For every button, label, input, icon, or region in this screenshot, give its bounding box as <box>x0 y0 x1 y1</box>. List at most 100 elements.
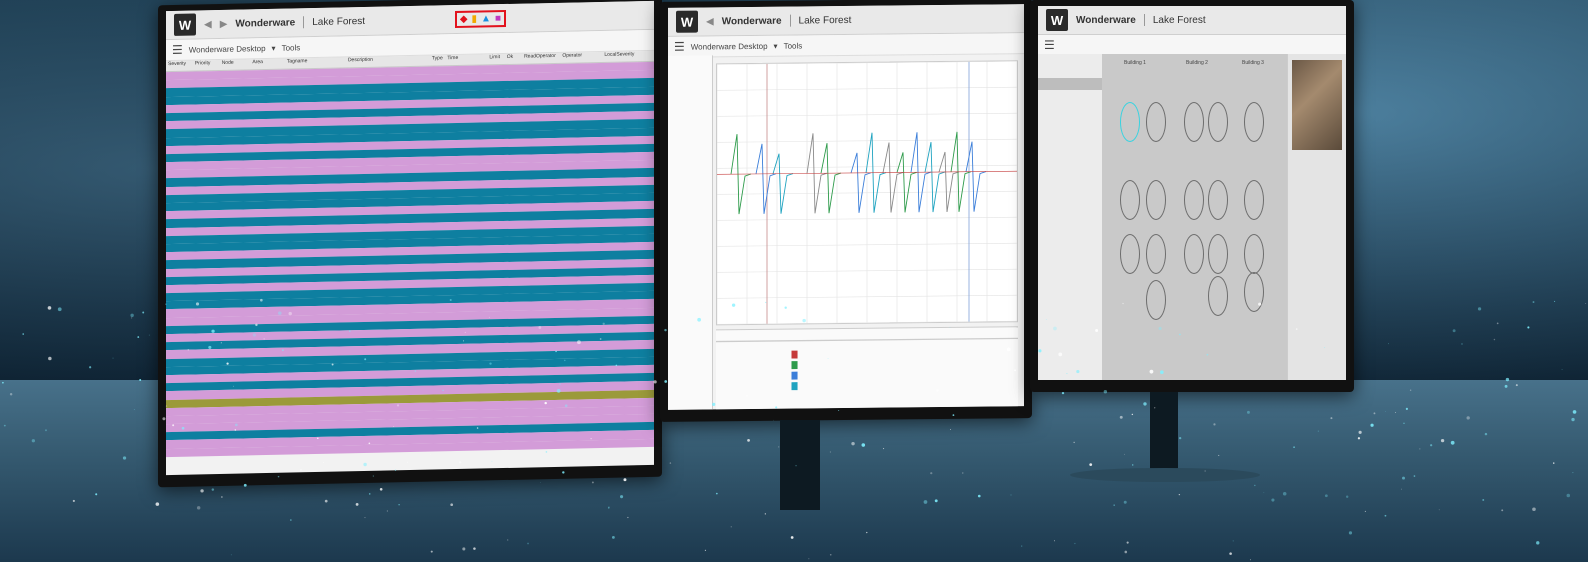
tank[interactable] <box>1184 180 1204 220</box>
tree-item[interactable] <box>1038 66 1102 78</box>
pen-color-swatch <box>791 350 798 359</box>
tank[interactable] <box>1244 234 1264 274</box>
chevron-down-icon[interactable]: ▾ <box>774 41 778 50</box>
breadcrumb[interactable]: Wonderware Desktop <box>691 41 768 51</box>
app-name: Wonderware <box>235 16 296 30</box>
pen-color-swatch <box>791 371 798 380</box>
monitor-stand <box>1150 392 1178 472</box>
tank[interactable] <box>1208 102 1228 142</box>
column-header[interactable]: LocalSeverity <box>602 51 654 62</box>
title-bar: W Wonderware Lake Forest <box>1038 6 1346 35</box>
tank[interactable] <box>1244 272 1264 312</box>
tree-item[interactable] <box>1038 102 1102 114</box>
tank[interactable] <box>1244 102 1264 142</box>
title-separator <box>303 16 305 29</box>
pen-color-swatch <box>791 382 798 391</box>
title-bar: W ◀ Wonderware Lake Forest <box>668 4 1024 37</box>
tank[interactable] <box>1208 276 1228 316</box>
app-name: Wonderware <box>1076 14 1136 26</box>
chart-icon[interactable]: ▲ <box>481 13 491 24</box>
tree-item[interactable] <box>1038 54 1102 66</box>
building-label: Building 1 <box>1124 60 1146 66</box>
site-name: Lake Forest <box>1152 14 1206 26</box>
monitor-trend: W ◀ Wonderware Lake Forest ☰ Wonderware … <box>660 0 1032 422</box>
column-header[interactable]: Limit <box>487 54 504 64</box>
tank[interactable] <box>1244 180 1264 220</box>
column-header[interactable]: Operator <box>560 52 602 63</box>
app-logo[interactable]: W <box>1046 9 1068 31</box>
building-label: Building 3 <box>1242 60 1264 66</box>
app-logo[interactable]: W <box>174 13 196 36</box>
warning-icon[interactable]: ▮ <box>472 13 478 24</box>
monitor-stand <box>780 420 820 510</box>
trend-series-line <box>938 151 960 213</box>
tank[interactable] <box>1146 102 1166 142</box>
menu-icon[interactable]: ☰ <box>1044 38 1055 52</box>
app-logo[interactable]: W <box>676 10 698 33</box>
tree-item-selected[interactable] <box>1038 78 1102 90</box>
building-label: Building 2 <box>1186 60 1208 66</box>
trend-series-line <box>820 143 842 214</box>
detail-panel <box>1287 54 1346 380</box>
tab-tools[interactable]: Tools <box>784 41 803 50</box>
tree-item[interactable] <box>1038 90 1102 102</box>
menu-icon[interactable]: ☰ <box>674 40 685 54</box>
tab-tools[interactable]: Tools <box>282 43 301 52</box>
forward-icon[interactable]: ▶ <box>220 18 228 29</box>
column-header[interactable]: Time <box>445 54 487 65</box>
toolbar: ☰ <box>1038 35 1346 56</box>
chevron-down-icon[interactable]: ▾ <box>272 43 276 52</box>
tank-selected[interactable] <box>1120 102 1140 142</box>
alarm-icon[interactable]: ◆ <box>460 13 468 24</box>
tank[interactable] <box>1208 180 1228 220</box>
tank[interactable] <box>1146 180 1166 220</box>
site-name: Lake Forest <box>798 14 852 26</box>
tag-icon[interactable]: ■ <box>495 13 501 24</box>
column-header[interactable]: Tagname <box>285 57 346 68</box>
column-header[interactable]: Node <box>220 59 251 70</box>
screen-alarms: W ◀ ▶ Wonderware Lake Forest ◆ ▮ ▲ ■ ☰ W… <box>166 0 654 476</box>
navigation-tree <box>1038 54 1103 380</box>
column-header[interactable]: Severity <box>166 61 193 72</box>
trend-series-line <box>896 152 918 213</box>
screen-trend: W ◀ Wonderware Lake Forest ☰ Wonderware … <box>668 4 1024 410</box>
pen-table-svg <box>716 337 1018 391</box>
title-separator <box>789 14 791 27</box>
tank[interactable] <box>1146 234 1166 274</box>
monitor-base <box>1070 468 1260 482</box>
pen-color-swatch <box>791 361 798 370</box>
screen-layout: W Wonderware Lake Forest ☰ Building 1 Bu… <box>1038 6 1346 380</box>
tank[interactable] <box>1120 234 1140 274</box>
trend-pen-table <box>716 326 1018 410</box>
trend-series-line <box>882 142 904 213</box>
menu-icon[interactable]: ☰ <box>172 43 183 57</box>
toolbar: ☰ Wonderware Desktop ▾ Tools <box>668 33 1024 58</box>
tank[interactable] <box>1120 180 1140 220</box>
tank[interactable] <box>1184 234 1204 274</box>
trend-svg <box>717 61 1017 325</box>
tank[interactable] <box>1184 102 1204 142</box>
tank[interactable] <box>1208 234 1228 274</box>
monitor-alarms: W ◀ ▶ Wonderware Lake Forest ◆ ▮ ▲ ■ ☰ W… <box>158 0 662 488</box>
trend-series-line <box>924 142 946 213</box>
breadcrumb[interactable]: Wonderware Desktop <box>189 44 266 55</box>
title-separator <box>1143 14 1145 26</box>
column-header[interactable]: ReadOperator <box>522 53 560 64</box>
site-name: Lake Forest <box>312 15 366 28</box>
trend-plot[interactable] <box>716 60 1018 326</box>
back-icon[interactable]: ◀ <box>706 16 714 27</box>
trend-series-line <box>772 153 794 214</box>
tank-layout-canvas: Building 1 Building 2 Building 3 <box>1102 54 1288 380</box>
app-name: Wonderware <box>721 15 782 27</box>
facility-photo <box>1292 60 1342 150</box>
tag-browser[interactable] <box>668 55 713 410</box>
column-header[interactable]: Ok <box>505 54 522 64</box>
column-header[interactable]: Description <box>346 56 430 68</box>
column-header[interactable]: Area <box>250 59 284 70</box>
alarm-tools-highlight[interactable]: ◆ ▮ ▲ ■ <box>454 9 506 28</box>
trend-series-line <box>755 143 777 214</box>
column-header[interactable]: Type <box>430 55 445 65</box>
tank[interactable] <box>1146 280 1166 320</box>
column-header[interactable]: Priority <box>193 60 220 71</box>
back-icon[interactable]: ◀ <box>204 19 212 30</box>
